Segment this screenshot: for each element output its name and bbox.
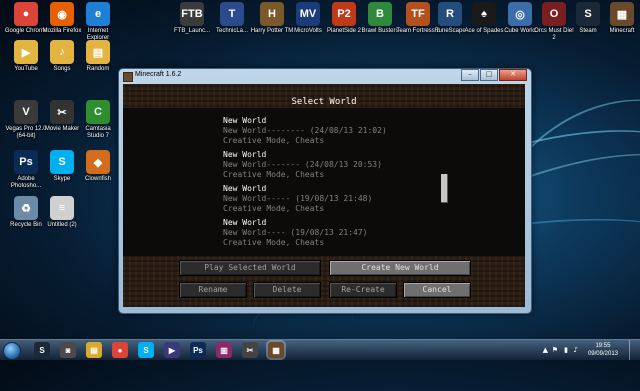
screen-title: Select World — [291, 97, 357, 107]
clock-date: 09/09/2013 — [587, 351, 618, 357]
cube-world-icon: ◎ — [508, 2, 532, 26]
volume-icon[interactable]: ♪ — [574, 346, 578, 354]
random-folder-icon: ▤ — [86, 40, 110, 64]
desktop-icon-technic-launcher[interactable]: T TechnicLa... — [210, 2, 254, 35]
skype-taskbar-icon[interactable]: S — [138, 342, 154, 358]
desktop-icon-ftb-launcher[interactable]: FTB FTB_Launc... — [170, 2, 214, 35]
taskbar-clock[interactable]: 19:55 09/09/2013 — [588, 342, 618, 358]
planetside-2-icon: P2 — [332, 2, 356, 26]
steam-icon: S — [576, 2, 600, 26]
desktop-icon-label: Untitled (2) — [47, 222, 77, 228]
world-name: New World — [223, 150, 267, 159]
window-titlebar[interactable]: Minecraft 1.6.2 – □ ✕ — [119, 69, 531, 83]
world-detail: New World------- (24/08/13 20:53) — [223, 160, 382, 169]
clock-time: 19:55 — [595, 343, 611, 349]
microvolts-icon: MV — [296, 2, 320, 26]
world-list-item[interactable]: New World New World----- (19/08/13 21:48… — [223, 184, 372, 214]
brawl-busters-icon: B — [368, 2, 392, 26]
photoshop-taskbar-icon[interactable]: Ps — [190, 342, 206, 358]
skype-icon: S — [50, 150, 74, 174]
world-name: New World — [223, 184, 267, 193]
minecraft-app-icon — [123, 72, 133, 82]
play-selected-world-button[interactable]: Play Selected World — [179, 260, 321, 276]
desktop-icon-label: Clownfish — [84, 176, 111, 182]
desktop-icon-minecraft[interactable]: ▦ Minecraft — [600, 2, 640, 35]
close-button[interactable]: ✕ — [499, 69, 527, 81]
folder-taskbar-icon[interactable]: ▤ — [86, 342, 102, 358]
google-chrome-icon: ● — [14, 2, 38, 26]
desktop-icon-clownfish[interactable]: ◆ Clownfish — [76, 150, 120, 183]
desktop-icon-untitled-file[interactable]: ≡ Untitled (2) — [40, 196, 84, 229]
desktop-icon-label: Random — [86, 66, 110, 72]
world-detail: New World-------- (24/08/13 21:02) — [223, 126, 387, 135]
clownfish-icon: ◆ — [86, 150, 110, 174]
orcs-must-die-2-icon: O — [542, 2, 566, 26]
taskbar: S ◙ ▤ ● S ▶ Ps ▥ ✂ ▦ ▲ ⚑ ▮ ♪ 19:55 09/09/2013 — [0, 339, 640, 360]
minecraft-icon: ▦ — [610, 2, 634, 26]
world-mode: Creative Mode, Cheats — [223, 204, 325, 213]
world-mode: Creative Mode, Cheats — [223, 170, 325, 179]
world-mode: Creative Mode, Cheats — [223, 238, 325, 247]
runescape-icon: R — [438, 2, 462, 26]
world-name: New World — [223, 116, 267, 125]
ace-of-spades-icon: ♠ — [472, 2, 496, 26]
minimize-button[interactable]: – — [461, 69, 479, 81]
mozilla-firefox-icon: ◉ — [50, 2, 74, 26]
world-detail: New World----- (19/08/13 21:48) — [223, 194, 373, 203]
world-detail: New World---- (19/08/13 21:47) — [223, 228, 368, 237]
winrar-taskbar-icon[interactable]: ▥ — [216, 342, 232, 358]
untitled-file-icon: ≡ — [50, 196, 74, 220]
desktop-icon-camtasia-studio[interactable]: C Camtasia Studio 7 — [76, 100, 120, 140]
rename-button[interactable]: Rename — [179, 282, 247, 298]
movie-maker-icon: ✂ — [50, 100, 74, 124]
tray-arrow-icon[interactable]: ▲ — [543, 346, 548, 354]
teamspeak-taskbar-icon[interactable]: ◙ — [60, 342, 76, 358]
movie-maker-taskbar-icon[interactable]: ✂ — [242, 342, 258, 358]
media-taskbar-icon[interactable]: ▶ — [164, 342, 180, 358]
technic-launcher-icon: T — [220, 2, 244, 26]
minecraft-taskbar-icon[interactable]: ▦ — [268, 342, 284, 358]
team-fortress-2-icon: TF — [406, 2, 430, 26]
desktop-icon-label: Minecraft — [609, 28, 635, 34]
world-list-scrollbar[interactable] — [441, 174, 448, 203]
ftb-launcher-icon: FTB — [180, 2, 204, 26]
steam-taskbar-icon[interactable]: S — [34, 342, 50, 358]
vegas-pro-icon: V — [14, 100, 38, 124]
camtasia-studio-icon: C — [86, 100, 110, 124]
start-button[interactable] — [3, 342, 21, 360]
harry-potter-icon: H — [260, 2, 284, 26]
world-mode: Creative Mode, Cheats — [223, 136, 325, 145]
internet-explorer-icon: e — [86, 2, 110, 26]
desktop-icon-internet-explorer[interactable]: e Internet Explorer — [76, 2, 120, 42]
create-new-world-button[interactable]: Create New World — [329, 260, 471, 276]
desktop-icon-label: TechnicLa... — [215, 28, 249, 34]
minecraft-window[interactable]: Minecraft 1.6.2 – □ ✕ Select World New W… — [118, 68, 532, 314]
network-icon[interactable]: ▮ — [564, 346, 568, 354]
youtube-folder-icon: ▶ — [14, 40, 38, 64]
chrome-taskbar-icon[interactable]: ● — [112, 342, 128, 358]
world-list-item[interactable]: New World New World-------- (24/08/13 21… — [223, 116, 387, 146]
game-viewport[interactable]: Select World New World New World--------… — [123, 84, 525, 307]
adobe-photoshop-icon: Ps — [14, 150, 38, 174]
cancel-button[interactable]: Cancel — [403, 282, 471, 298]
desktop-icon-label: Camtasia Studio 7 — [85, 126, 111, 139]
delete-button[interactable]: Delete — [253, 282, 321, 298]
world-name: New World — [223, 218, 267, 227]
songs-folder-icon: ♪ — [50, 40, 74, 64]
action-center-icon[interactable]: ⚑ — [552, 346, 558, 354]
desktop-icon-random-folder[interactable]: ▤ Random — [76, 40, 120, 73]
show-desktop-button[interactable] — [629, 340, 640, 360]
world-list-item[interactable]: New World New World------- (24/08/13 20:… — [223, 150, 382, 180]
recycle-bin-icon: ♻ — [14, 196, 38, 220]
maximize-button[interactable]: □ — [480, 69, 498, 81]
window-title: Minecraft 1.6.2 — [135, 71, 182, 78]
desktop-icon-label: FTB_Launc... — [173, 28, 211, 34]
world-list-item[interactable]: New World New World---- (19/08/13 21:47)… — [223, 218, 368, 248]
recreate-button[interactable]: Re-Create — [329, 282, 397, 298]
